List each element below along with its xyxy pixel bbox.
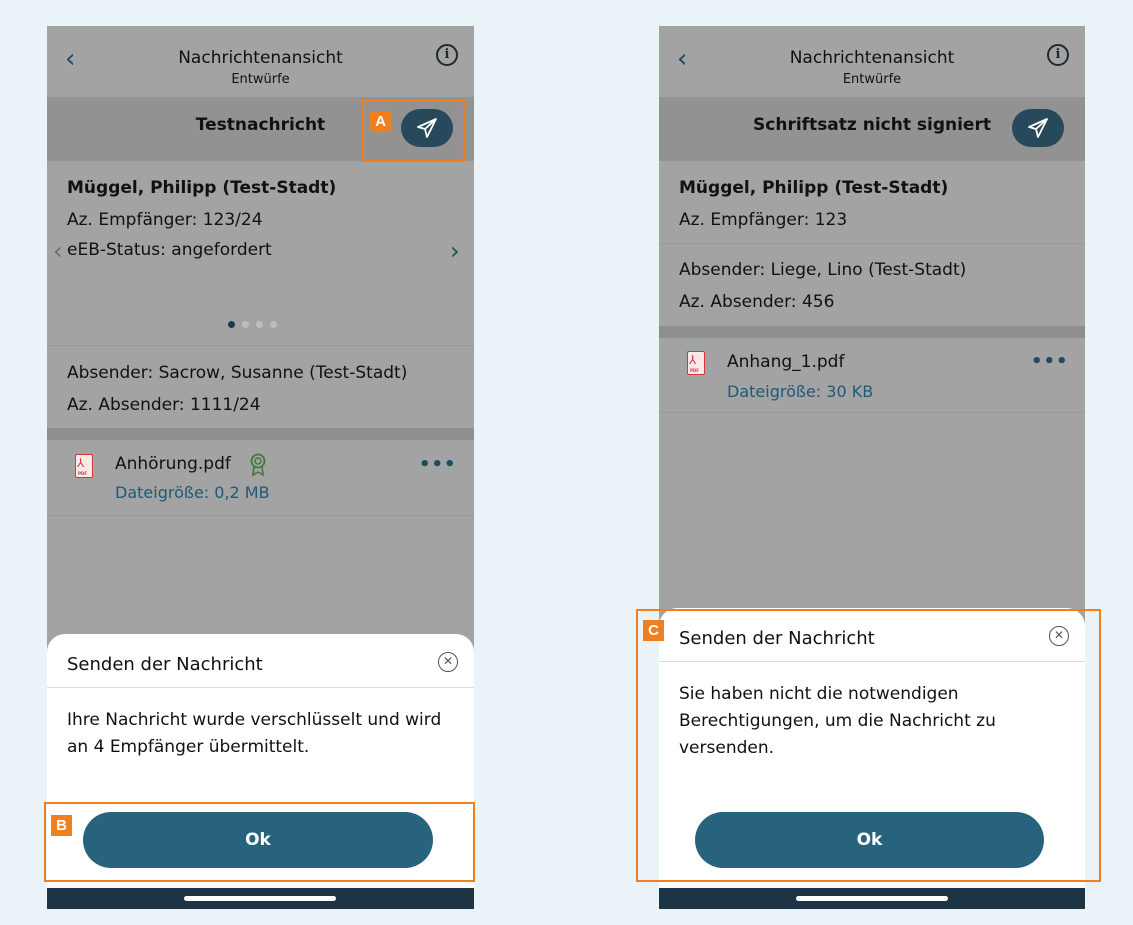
home-bar bbox=[47, 888, 474, 909]
recipient-eeb-status: eEB-Status: angefordert bbox=[67, 240, 272, 260]
divider bbox=[659, 412, 1085, 413]
annotation-badge-b: B bbox=[51, 815, 72, 836]
carousel-pagination bbox=[228, 313, 284, 332]
sender-az: Az. Absender: 456 bbox=[679, 292, 835, 312]
divider bbox=[47, 687, 474, 688]
award-icon bbox=[250, 453, 266, 477]
header-title: Nachrichtenansicht bbox=[789, 48, 955, 68]
carousel-next-icon[interactable]: › bbox=[450, 237, 460, 265]
annotation-badge-c: C bbox=[643, 620, 664, 641]
divider bbox=[659, 243, 1085, 244]
attachment-name[interactable]: Anhang_1.pdf bbox=[727, 352, 844, 372]
pdf-file-icon: ⅄ PDF bbox=[75, 454, 93, 478]
header-subtitle: Entwürfe bbox=[231, 72, 290, 87]
sender-name: Absender: Liege, Lino (Test-Stadt) bbox=[679, 260, 967, 280]
info-icon[interactable]: i bbox=[1047, 44, 1069, 66]
annotation-box-b bbox=[44, 802, 475, 882]
close-circle-icon[interactable]: ✕ bbox=[438, 652, 458, 672]
carousel-prev-icon[interactable]: ‹ bbox=[53, 237, 63, 265]
annotation-box-c bbox=[636, 609, 1101, 882]
divider bbox=[47, 345, 474, 346]
send-button[interactable] bbox=[1012, 109, 1064, 147]
header-subtitle: Entwürfe bbox=[842, 72, 902, 87]
pagination-dot[interactable] bbox=[256, 321, 263, 328]
header-title: Nachrichtenansicht bbox=[178, 48, 343, 68]
pagination-dot[interactable] bbox=[242, 321, 249, 328]
pagination-dot[interactable] bbox=[270, 321, 277, 328]
home-indicator[interactable] bbox=[184, 896, 336, 901]
pagination-dot[interactable] bbox=[228, 321, 235, 328]
section-separator bbox=[47, 428, 474, 440]
recipient-az: Az. Empfänger: 123/24 bbox=[67, 210, 263, 230]
recipient-name: Müggel, Philipp (Test-Stadt) bbox=[679, 178, 949, 198]
attachment-size: Dateigröße: 30 KB bbox=[727, 382, 874, 401]
home-bar bbox=[659, 888, 1085, 909]
divider bbox=[47, 515, 474, 516]
attachment-size: Dateigröße: 0,2 MB bbox=[115, 483, 270, 502]
sender-name: Absender: Sacrow, Susanne (Test-Stadt) bbox=[67, 363, 408, 383]
info-icon[interactable]: i bbox=[436, 44, 458, 66]
dialog-message: Ihre Nachricht wurde verschlüsselt und w… bbox=[67, 710, 442, 757]
dialog-title: Senden der Nachricht bbox=[67, 654, 263, 675]
attachment-name[interactable]: Anhörung.pdf bbox=[115, 454, 231, 474]
more-options-icon[interactable]: ••• bbox=[419, 454, 457, 475]
paper-plane-icon bbox=[1028, 118, 1048, 138]
header-bar: ‹ Nachrichtenansicht Entwürfe i bbox=[47, 26, 474, 97]
pdf-file-icon: ⅄ PDF bbox=[687, 351, 705, 375]
recipient-name: Müggel, Philipp (Test-Stadt) bbox=[67, 178, 337, 198]
more-options-icon[interactable]: ••• bbox=[1031, 351, 1069, 372]
header-bar: ‹ Nachrichtenansicht Entwürfe i bbox=[659, 26, 1085, 97]
section-separator bbox=[659, 326, 1085, 338]
recipient-az: Az. Empfänger: 123 bbox=[679, 210, 848, 230]
annotation-badge-a: A bbox=[370, 111, 391, 132]
subject-bar: Schriftsatz nicht signiert bbox=[659, 97, 1085, 161]
home-indicator[interactable] bbox=[796, 896, 948, 901]
sender-az: Az. Absender: 1111/24 bbox=[67, 395, 261, 415]
